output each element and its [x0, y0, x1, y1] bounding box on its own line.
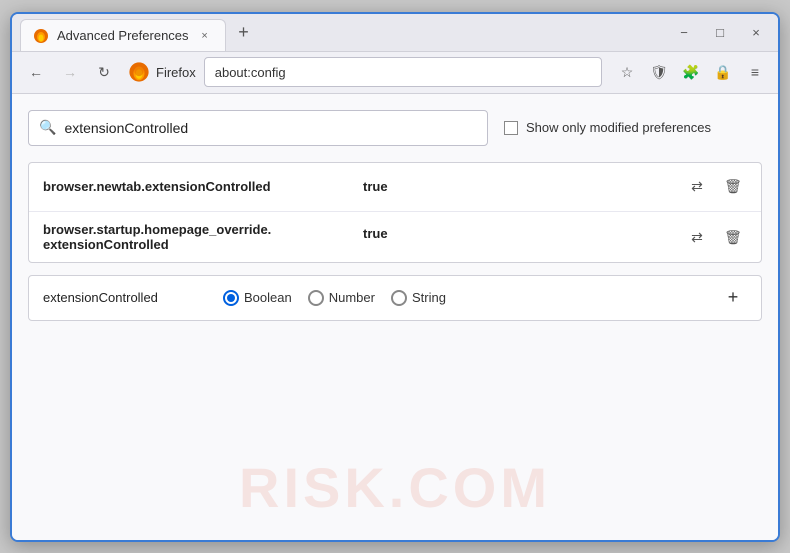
- tab-close-btn[interactable]: ×: [197, 28, 213, 44]
- window-controls: − □ ×: [670, 18, 770, 46]
- firefox-logo-icon: [128, 61, 150, 83]
- show-modified-label: Show only modified preferences: [526, 120, 711, 135]
- pref-name-multi: browser.startup.homepage_override. exten…: [43, 222, 363, 252]
- pref-name: browser.newtab.extensionControlled: [43, 179, 363, 194]
- firefox-label: Firefox: [156, 65, 196, 80]
- radio-number-circle: [308, 290, 324, 306]
- title-bar: Advanced Preferences × + − □ ×: [12, 14, 778, 52]
- pref-value: true: [363, 226, 683, 241]
- radio-string[interactable]: String: [391, 290, 446, 306]
- search-icon: 🔍: [39, 119, 56, 136]
- radio-string-circle: [391, 290, 407, 306]
- table-row: browser.startup.homepage_override. exten…: [29, 212, 761, 262]
- table-row: browser.newtab.extensionControlled true …: [29, 163, 761, 212]
- delete-button[interactable]: 🗑: [719, 173, 747, 201]
- pref-value: true: [363, 179, 683, 194]
- browser-window: Advanced Preferences × + − □ × ← → ↻ Fir…: [10, 12, 780, 542]
- content-area: RISK.COM 🔍 Show only modified preference…: [12, 94, 778, 540]
- results-table: browser.newtab.extensionControlled true …: [28, 162, 762, 263]
- nav-bar: ← → ↻ Firefox about:config ☆ 🛡 🧩 🔒 ≡: [12, 52, 778, 94]
- show-modified-checkbox[interactable]: [504, 121, 518, 135]
- add-pref-button[interactable]: +: [719, 284, 747, 312]
- show-modified-area[interactable]: Show only modified preferences: [504, 120, 711, 135]
- new-pref-row: extensionControlled Boolean Number Strin…: [28, 275, 762, 321]
- row-actions: ⇄ 🗑: [683, 173, 747, 201]
- search-input[interactable]: [64, 120, 477, 136]
- extension-icon[interactable]: 🧩: [678, 59, 704, 85]
- tab-favicon: [33, 28, 49, 44]
- radio-group: Boolean Number String: [223, 290, 699, 306]
- radio-boolean-label: Boolean: [244, 290, 292, 305]
- row-actions: ⇄ 🗑: [683, 224, 747, 252]
- forward-button[interactable]: →: [56, 58, 84, 86]
- maximize-button[interactable]: □: [706, 18, 734, 46]
- radio-boolean[interactable]: Boolean: [223, 290, 292, 306]
- nav-icons: ☆ 🛡 🧩 🔒 ≡: [614, 59, 768, 85]
- search-row: 🔍 Show only modified preferences: [28, 110, 762, 146]
- shield-icon[interactable]: 🛡: [646, 59, 672, 85]
- toggle-button[interactable]: ⇄: [683, 224, 711, 252]
- back-button[interactable]: ←: [22, 58, 50, 86]
- bookmark-icon[interactable]: ☆: [614, 59, 640, 85]
- new-pref-name: extensionControlled: [43, 290, 203, 305]
- radio-number[interactable]: Number: [308, 290, 375, 306]
- pref-name-line1: browser.startup.homepage_override.: [43, 222, 363, 237]
- tab-title: Advanced Preferences: [57, 28, 189, 43]
- pref-name-line2: extensionControlled: [43, 237, 363, 252]
- minimize-button[interactable]: −: [670, 18, 698, 46]
- active-tab[interactable]: Advanced Preferences ×: [20, 19, 226, 51]
- toggle-button[interactable]: ⇄: [683, 173, 711, 201]
- watermark: RISK.COM: [239, 455, 551, 520]
- address-bar[interactable]: about:config: [204, 57, 602, 87]
- delete-button[interactable]: 🗑: [719, 224, 747, 252]
- radio-string-label: String: [412, 290, 446, 305]
- menu-icon[interactable]: ≡: [742, 59, 768, 85]
- radio-boolean-circle: [223, 290, 239, 306]
- search-box[interactable]: 🔍: [28, 110, 488, 146]
- radio-number-label: Number: [329, 290, 375, 305]
- new-tab-button[interactable]: +: [230, 18, 258, 46]
- address-text: about:config: [215, 65, 286, 80]
- refresh-button[interactable]: ↻: [90, 58, 118, 86]
- lock-icon[interactable]: 🔒: [710, 59, 736, 85]
- close-button[interactable]: ×: [742, 18, 770, 46]
